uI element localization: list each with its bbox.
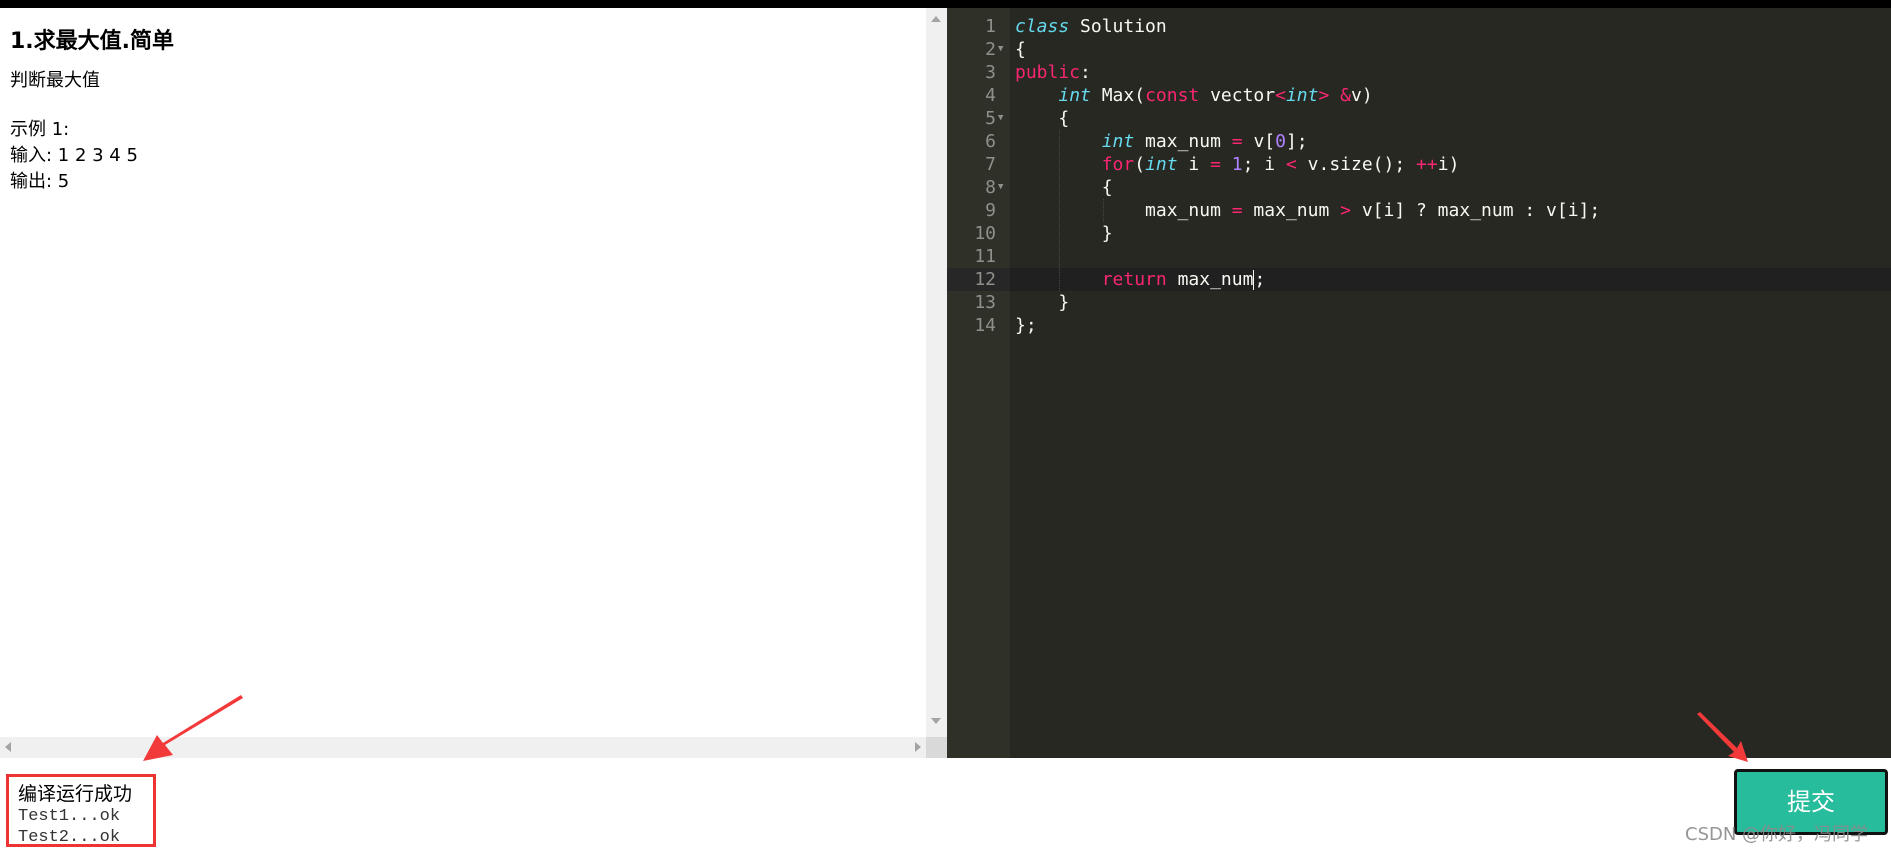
- line-number: 14: [974, 315, 996, 336]
- vertical-scrollbar[interactable]: [926, 8, 947, 738]
- code-line[interactable]: 14 };: [947, 314, 1891, 337]
- line-number: 13: [974, 292, 996, 313]
- test-result: Test2...ok: [18, 828, 121, 847]
- line-number: 3: [985, 62, 996, 83]
- watermark: CSDN @你好，冯同学: [1685, 824, 1869, 845]
- code-line[interactable]: 2 ▼ {: [947, 38, 1891, 61]
- bottom-bar: 编译运行成功 Test1...ok Test2...ok 提交 CSDN @你好…: [0, 758, 1891, 851]
- scroll-left-arrow-icon[interactable]: [5, 742, 11, 752]
- code-line[interactable]: 10 }: [947, 222, 1891, 245]
- code-line[interactable]: 9 max_num = max_num > v[i] ? max_num : v…: [947, 199, 1891, 222]
- code-editor[interactable]: 1 class Solution 2 ▼ { 3 public: 4 int M…: [947, 8, 1891, 758]
- code-line[interactable]: 13 }: [947, 291, 1891, 314]
- code-line-active[interactable]: 12 return max_num;: [947, 268, 1891, 291]
- fold-arrow-icon[interactable]: ▼: [998, 107, 1003, 130]
- code-line[interactable]: 6 int max_num = v[0];: [947, 130, 1891, 153]
- problem-description-text: 判断最大值: [10, 70, 100, 91]
- scrollbar-corner: [926, 737, 947, 758]
- code-line[interactable]: 8 ▼ {: [947, 176, 1891, 199]
- test-result: Test1...ok: [18, 807, 121, 826]
- problem-title: 1.求最大值.简单: [10, 29, 175, 54]
- text-cursor: [1253, 270, 1255, 290]
- code-line[interactable]: 1 class Solution: [947, 15, 1891, 38]
- line-number: 12: [947, 268, 1010, 291]
- line-number: 1: [985, 16, 996, 37]
- example-input: 输入: 1 2 3 4 5: [10, 145, 138, 166]
- line-number: 4: [985, 85, 996, 106]
- indent-guide: [1103, 199, 1104, 222]
- line-number: 6: [985, 131, 996, 152]
- problem-pane: 1.求最大值.简单 判断最大值 示例 1: 输入: 1 2 3 4 5 输出: …: [0, 8, 927, 738]
- code-line[interactable]: 11: [947, 245, 1891, 268]
- scroll-up-arrow-icon[interactable]: [931, 16, 941, 22]
- result-panel: 编译运行成功 Test1...ok Test2...ok: [6, 774, 156, 847]
- scroll-right-arrow-icon[interactable]: [915, 742, 921, 752]
- line-number: 11: [974, 246, 996, 267]
- example-label: 示例 1:: [10, 119, 70, 140]
- annotation-arrow-icon: [143, 695, 243, 761]
- code-line[interactable]: 4 int Max(const vector<int> &v): [947, 84, 1891, 107]
- example-output: 输出: 5: [10, 171, 70, 192]
- code-line[interactable]: 5 ▼ {: [947, 107, 1891, 130]
- fold-arrow-icon[interactable]: ▼: [998, 38, 1003, 61]
- code-line[interactable]: 7 for(int i = 1; i < v.size(); ++i): [947, 153, 1891, 176]
- result-status: 编译运行成功: [18, 783, 133, 805]
- indent-guide: [1059, 130, 1060, 291]
- problem-description: 判断最大值 示例 1: 输入: 1 2 3 4 5 输出: 5: [10, 68, 138, 195]
- line-number: 9: [985, 200, 996, 221]
- top-bar: [0, 0, 1891, 8]
- line-number: 7: [985, 154, 996, 175]
- code-line[interactable]: 3 public:: [947, 61, 1891, 84]
- fold-arrow-icon[interactable]: ▼: [998, 176, 1003, 199]
- line-number: 10: [974, 223, 996, 244]
- scroll-down-arrow-icon[interactable]: [931, 718, 941, 724]
- annotation-arrow-icon: [1697, 712, 1748, 762]
